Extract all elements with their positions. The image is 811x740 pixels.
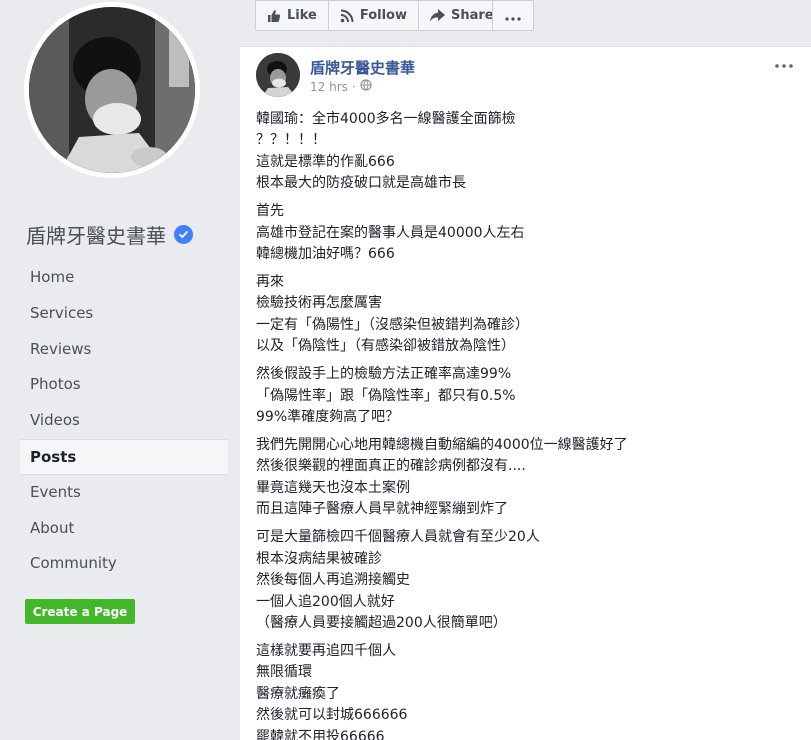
page-name-heading[interactable]: 盾牌牙醫史書華 xyxy=(26,220,193,249)
nav-item-photos[interactable]: Photos xyxy=(20,367,228,403)
follow-button[interactable]: Follow xyxy=(329,1,419,30)
page-action-bar: Like Follow Share xyxy=(240,0,811,46)
nav-item-community[interactable]: Community xyxy=(20,546,228,582)
post-line: 可是大量篩檢四千個醫療人員就會有至少20人 xyxy=(256,529,540,546)
post-line: 我們先開開心心地用韓總機自動縮編的4000位一線醫護好了 xyxy=(256,437,628,454)
post-line: 一定有「偽陽性」（沒感染但被錯判為確診） xyxy=(256,316,529,333)
share-label: Share xyxy=(451,8,494,23)
post-card: 盾牌牙醫史書華 12 hrs · 韓國瑜：全市4000多名一線醫護全面篩檢 ？？… xyxy=(240,46,811,740)
page-nav: Home Services Reviews Photos Videos Post… xyxy=(20,260,228,582)
post-line: 根本最大的防疫破口就是高雄市長 xyxy=(256,175,466,192)
more-dots-icon xyxy=(505,6,521,25)
more-actions-button[interactable] xyxy=(492,0,534,31)
share-arrow-icon xyxy=(430,9,445,22)
post-line: 無限循環 xyxy=(256,664,312,681)
meta-separator: · xyxy=(351,79,356,94)
profile-photo-image xyxy=(29,7,195,173)
page-action-group: Like Follow Share xyxy=(255,0,506,31)
post-paragraph: 這樣就要再追四千個人 無限循環 醫療就癱瘓了 然後就可以封城666666 罷韓就… xyxy=(256,641,796,740)
post-paragraph: 然後假設手上的檢驗方法正確率高達99% 「偽陽性率」跟「偽陰性率」都只有0.5%… xyxy=(256,364,796,428)
post-paragraph: 可是大量篩檢四千個醫療人員就會有至少20人 根本沒病結果被確診 然後每個人再追溯… xyxy=(256,527,796,634)
nav-item-reviews[interactable]: Reviews xyxy=(20,332,228,368)
nav-item-services[interactable]: Services xyxy=(20,296,228,332)
left-sidebar: 盾牌牙醫史書華 Home Services Reviews Photos Vid… xyxy=(0,0,240,740)
profile-picture[interactable] xyxy=(24,2,200,178)
verified-check-icon xyxy=(174,225,193,244)
post-paragraph: 韓國瑜：全市4000多名一線醫護全面篩檢 ？？！！！ 這就是標準的作亂666 根… xyxy=(256,109,796,195)
post-author-avatar[interactable] xyxy=(256,53,300,97)
post-line: 畢竟這幾天也沒本土案例 xyxy=(256,479,410,496)
post-text: 韓國瑜：全市4000多名一線醫護全面篩檢 ？？！！！ 這就是標準的作亂666 根… xyxy=(256,109,796,740)
post-line: 然後假設手上的檢驗方法正確率高達99% xyxy=(256,366,512,383)
post-line: 高雄市登記在案的醫事人員是40000人左右 xyxy=(256,224,525,241)
page-name-text: 盾牌牙醫史書華 xyxy=(26,224,166,248)
post-line: 然後就可以封城666666 xyxy=(256,707,408,724)
like-label: Like xyxy=(287,8,317,23)
post-line: 罷韓就不用投66666 xyxy=(256,728,385,740)
post-author-name[interactable]: 盾牌牙醫史書華 xyxy=(310,57,415,78)
post-line: 再來 xyxy=(256,274,284,291)
main-content: Like Follow Share 盾牌牙醫史書華 12 hrs · 韓國瑜：全… xyxy=(240,0,811,740)
post-line: 這就是標準的作亂666 xyxy=(256,153,395,170)
post-paragraph: 再來 檢驗技術再怎麼厲害 一定有「偽陽性」（沒感染但被錯判為確診） 以及「偽陰性… xyxy=(256,272,796,358)
post-line: 醫療就癱瘓了 xyxy=(256,685,340,702)
nav-item-posts[interactable]: Posts xyxy=(20,438,228,475)
post-meta: 12 hrs · xyxy=(310,79,372,94)
follow-label: Follow xyxy=(359,8,407,23)
post-timestamp[interactable]: 12 hrs xyxy=(310,80,348,94)
create-page-button[interactable]: Create a Page xyxy=(25,599,135,624)
post-line: 韓國瑜：全市4000多名一線醫護全面篩檢 xyxy=(256,111,516,127)
nav-item-videos[interactable]: Videos xyxy=(20,403,228,439)
post-options-button[interactable] xyxy=(773,55,795,69)
post-line: 以及「偽陰性」（有感染卻被錯放為陰性） xyxy=(256,338,515,355)
post-line: 這樣就要再追四千個人 xyxy=(256,642,396,659)
more-dots-icon xyxy=(775,53,793,72)
post-line: 而且這陣子醫療人員早就神經緊繃到炸了 xyxy=(256,501,508,518)
thumbs-up-icon xyxy=(267,9,281,23)
nav-item-home[interactable]: Home xyxy=(20,260,228,296)
post-line: 根本沒病結果被確診 xyxy=(256,550,382,567)
nav-item-about[interactable]: About xyxy=(20,511,228,547)
post-line: 檢驗技術再怎麼厲害 xyxy=(256,295,382,312)
post-line: 99%準確度夠高了吧？ xyxy=(256,409,400,426)
like-button[interactable]: Like xyxy=(256,1,329,30)
post-line: 然後很樂觀的裡面真正的確診病例都沒有.... xyxy=(256,458,526,475)
post-line: 然後每個人再追溯接觸史 xyxy=(256,572,410,589)
rss-icon xyxy=(340,9,354,23)
post-paragraph: 首先 高雄市登記在案的醫事人員是40000人左右 韓總機加油好嗎？666 xyxy=(256,201,796,265)
post-line: ？？！！！ xyxy=(256,132,326,149)
post-line: 首先 xyxy=(256,203,284,220)
post-line: （醫療人員要接觸超過200人很簡單吧） xyxy=(256,614,507,631)
globe-icon[interactable] xyxy=(360,79,372,94)
nav-item-events[interactable]: Events xyxy=(20,475,228,511)
post-line: 一個人追200個人就好 xyxy=(256,593,395,610)
post-line: 「偽陽性率」跟「偽陰性率」都只有0.5% xyxy=(256,387,516,404)
post-paragraph: 我們先開開心心地用韓總機自動縮編的4000位一線醫護好了 然後很樂觀的裡面真正的… xyxy=(256,435,796,521)
post-line: 韓總機加油好嗎？666 xyxy=(256,246,395,263)
